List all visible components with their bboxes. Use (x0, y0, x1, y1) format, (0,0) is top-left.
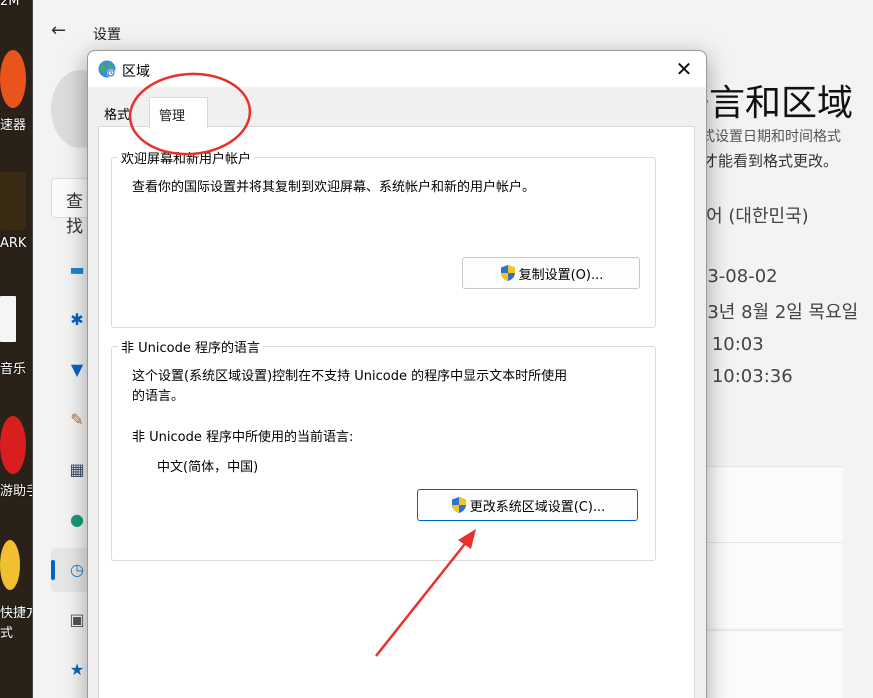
welcome-screen-group: 欢迎屏幕和新用户帐户 查看你的国际设置并将其复制到欢迎屏幕、系统帐户和新的用户帐… (111, 148, 656, 328)
nav-selected-indicator (51, 560, 55, 580)
arrow-left-icon[interactable]: ← (51, 20, 66, 41)
desktop-app-icon[interactable] (0, 172, 26, 230)
uac-shield-icon (500, 265, 515, 281)
accessibility-icon[interactable]: ★ (65, 658, 89, 682)
tab-panel-administrative: 欢迎屏幕和新用户帐户 查看你的国际设置并将其复制到欢迎屏幕、系统帐户和新的用户帐… (98, 126, 695, 698)
desktop-label[interactable]: 游助手 (0, 480, 32, 499)
unicode-description-line2: 的语言。 (132, 389, 185, 404)
change-system-locale-label: 更改系统区域设置(C)... (469, 499, 606, 515)
desktop-app-icon[interactable] (0, 50, 26, 108)
copy-settings-button[interactable]: 复制设置(O)... (462, 257, 640, 289)
gaming-icon[interactable]: ▣ (65, 608, 89, 632)
change-system-locale-button[interactable]: 更改系统区域设置(C)... (417, 489, 638, 521)
desktop-strip: 2M 速器 ARK 音乐 游助手 快捷方 式 (0, 0, 32, 698)
search-input[interactable]: 查找 (51, 178, 91, 237)
group-legend: 非 Unicode 程序的语言 (118, 337, 263, 356)
bluetooth-icon[interactable]: ✱ (65, 308, 89, 332)
apps-icon[interactable]: ▦ (65, 458, 89, 482)
tab-administrative[interactable]: 管理 (149, 97, 208, 128)
desktop-file-icon[interactable] (0, 296, 16, 342)
non-unicode-group: 非 Unicode 程序的语言 这个设置(系统区域设置)控制在不支持 Unico… (111, 337, 656, 561)
desktop-label[interactable]: 速器 (0, 114, 26, 133)
desktop-label[interactable]: 快捷方 (0, 602, 32, 621)
dialog-titlebar[interactable]: 区域 ✕ (88, 51, 706, 87)
settings-title: 设置 (93, 27, 121, 43)
desktop-label[interactable]: 音乐 (0, 358, 26, 377)
desktop-label[interactable]: 式 (0, 622, 13, 641)
time-language-icon[interactable]: ◷ (65, 558, 89, 582)
desktop-app-icon[interactable] (0, 416, 26, 474)
unicode-description-line1: 这个设置(系统区域设置)控制在不支持 Unicode 的程序中显示文本时所使用 (132, 369, 568, 384)
close-icon[interactable]: ✕ (672, 57, 696, 81)
dialog-title: 区域 (122, 64, 150, 80)
welcome-description: 查看你的国际设置并将其复制到欢迎屏幕、系统帐户和新的用户帐户。 (132, 180, 536, 195)
desktop-app-icon[interactable] (0, 540, 20, 590)
wifi-icon[interactable]: ▼ (65, 358, 89, 382)
desktop-label: 2M (0, 0, 20, 9)
brush-icon[interactable]: ✎ (65, 408, 89, 432)
monitor-icon[interactable]: ▬ (65, 258, 89, 282)
uac-shield-icon (451, 497, 466, 513)
group-legend: 欢迎屏幕和新用户帐户 (118, 148, 255, 167)
current-language-value: 中文(简体，中国) (157, 460, 259, 475)
copy-settings-label: 复制设置(O)... (518, 267, 604, 283)
accounts-icon[interactable]: ● (65, 508, 89, 532)
tab-format[interactable]: 格式 (98, 96, 136, 126)
desktop-label[interactable]: ARK (0, 236, 26, 251)
current-language-label: 非 Unicode 程序中所使用的当前语言: (132, 430, 354, 445)
globe-icon (98, 60, 116, 78)
